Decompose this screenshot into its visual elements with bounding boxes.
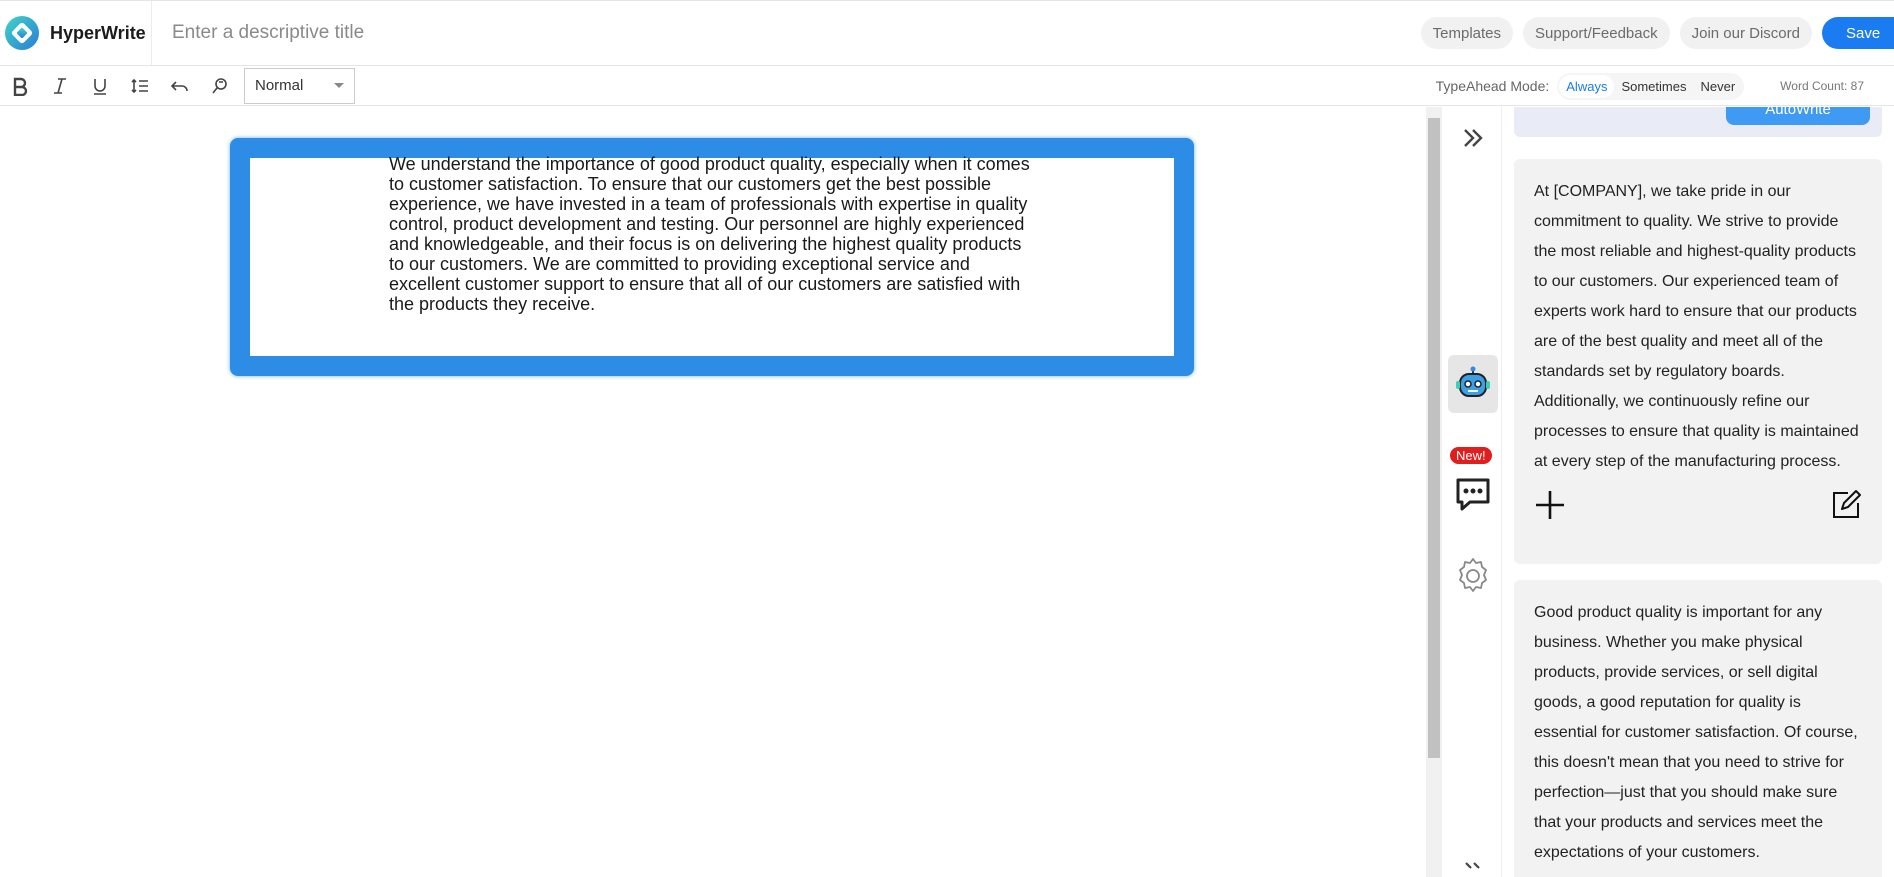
- text-style-select[interactable]: Normal: [244, 67, 355, 104]
- templates-button[interactable]: Templates: [1420, 17, 1514, 49]
- double-chevron-right-icon: [1464, 129, 1483, 147]
- title-input[interactable]: [172, 22, 772, 44]
- chat-bubble-icon: [1456, 478, 1490, 511]
- join-discord-button[interactable]: Join our Discord: [1679, 17, 1812, 49]
- settings-button[interactable]: [1448, 547, 1498, 605]
- typeahead-mode-group: Always Sometimes Never: [1557, 72, 1745, 100]
- new-badge: New!: [1450, 447, 1492, 464]
- expand-rail-button[interactable]: [1448, 855, 1498, 877]
- suggestion-card[interactable]: Good product quality is important for an…: [1514, 580, 1882, 877]
- typeahead-controls: TypeAhead Mode: Always Sometimes Never W…: [1436, 66, 1864, 106]
- collapse-panel-button[interactable]: [1448, 109, 1498, 167]
- chevron-down-icon: [334, 83, 344, 88]
- hyperwrite-logo-icon: [5, 16, 39, 50]
- scrollbar-thumb[interactable]: [1428, 118, 1440, 758]
- bold-button[interactable]: [0, 66, 40, 106]
- gear-icon: [1459, 558, 1487, 592]
- mode-never[interactable]: Never: [1693, 75, 1742, 98]
- edit-icon[interactable]: [1830, 489, 1862, 521]
- typeahead-label: TypeAhead Mode:: [1435, 78, 1550, 94]
- panel-header: AutoWrite: [1514, 107, 1882, 137]
- underline-icon: [94, 78, 106, 95]
- line-spacing-button[interactable]: [120, 66, 160, 106]
- autowrite-button[interactable]: AutoWrite: [1726, 107, 1870, 125]
- suggestion-card[interactable]: At [COMPANY], we take pride in our commi…: [1514, 159, 1882, 564]
- word-count: Word Count: 87: [1780, 79, 1864, 93]
- format-toolbar: Normal TypeAhead Mode: Always Sometimes …: [0, 66, 1894, 106]
- mode-sometimes[interactable]: Sometimes: [1614, 75, 1693, 98]
- logo[interactable]: HyperWrite: [0, 1, 152, 65]
- bold-icon: [13, 77, 28, 96]
- save-button[interactable]: Save: [1822, 17, 1894, 49]
- line-spacing-icon: [131, 78, 148, 93]
- suggestion-text: At [COMPANY], we take pride in our commi…: [1534, 183, 1859, 470]
- clear-format-icon: [212, 77, 227, 93]
- italic-button[interactable]: [40, 66, 80, 106]
- editor-area[interactable]: We understand the importance of good pro…: [0, 107, 1426, 877]
- tool-rail: New!: [1442, 107, 1502, 877]
- autowrite-label: AutoWrite: [1765, 107, 1831, 118]
- double-chevron-right-icon: [1465, 862, 1480, 869]
- suggestion-panel: AutoWrite At [COMPANY], we take pride in…: [1502, 107, 1894, 877]
- app-header: HyperWrite Templates Support/Feedback Jo…: [0, 0, 1894, 66]
- ai-assistant-button[interactable]: [1448, 355, 1498, 413]
- italic-icon: [54, 77, 66, 94]
- underline-button[interactable]: [80, 66, 120, 106]
- mode-always[interactable]: Always: [1559, 74, 1615, 98]
- undo-icon: [170, 80, 188, 91]
- clear-format-button[interactable]: [200, 66, 240, 106]
- app-name: HyperWrite: [50, 22, 146, 43]
- text-style-value: Normal: [255, 77, 304, 94]
- plus-icon[interactable]: [1534, 489, 1566, 521]
- robot-icon: [1456, 366, 1490, 397]
- suggestion-actions: [1534, 487, 1862, 523]
- header-actions: Templates Support/Feedback Join our Disc…: [1411, 1, 1894, 65]
- undo-button[interactable]: [160, 66, 200, 106]
- chat-button[interactable]: [1448, 465, 1498, 523]
- suggestion-text: Good product quality is important for an…: [1534, 604, 1858, 861]
- editor-paragraph[interactable]: We understand the importance of good pro…: [389, 154, 1039, 314]
- support-feedback-button[interactable]: Support/Feedback: [1523, 17, 1670, 49]
